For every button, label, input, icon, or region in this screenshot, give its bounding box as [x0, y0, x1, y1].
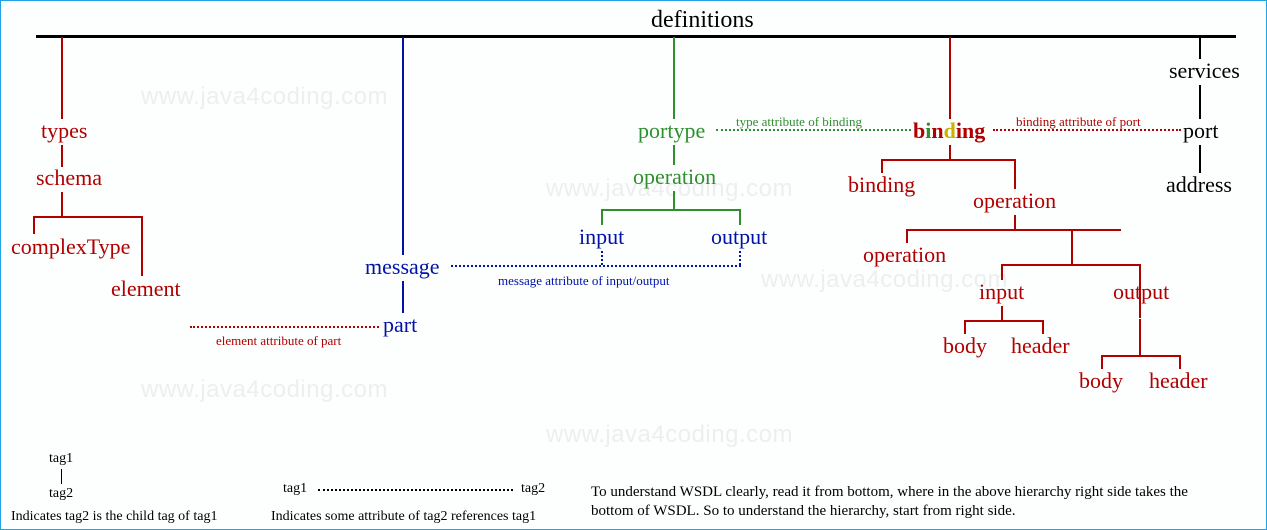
drop-io-r — [1071, 229, 1073, 264]
bracket-op — [906, 229, 1121, 231]
node-operation-r2: operation — [863, 244, 946, 266]
drop-output-g — [739, 209, 741, 225]
binding-letter-g: g — [974, 118, 985, 143]
node-complexType: complexType — [11, 236, 130, 258]
bracket-io-g — [601, 209, 741, 211]
watermark: www.java4coding.com — [761, 266, 1008, 294]
wsdl-hierarchy-diagram: www.java4coding.com www.java4coding.com … — [0, 0, 1267, 530]
attr-type: type attribute of binding — [736, 114, 862, 130]
conn-op-g — [673, 145, 675, 165]
legend-tag1-a: tag1 — [49, 451, 73, 467]
binding-letter-d: d — [944, 118, 956, 143]
attr-message: message attribute of input/output — [498, 273, 670, 289]
bracket-bh2 — [1101, 355, 1181, 357]
drop-op-r2 — [906, 229, 908, 243]
legend-note-child: Indicates tag2 is the child tag of tag1 — [11, 509, 217, 525]
bracket-binding — [881, 159, 1016, 161]
node-body1: body — [943, 335, 987, 357]
node-header2: header — [1149, 370, 1208, 392]
drop-binding-child — [881, 159, 883, 173]
conn-op-split — [1014, 215, 1016, 229]
watermark: www.java4coding.com — [546, 421, 793, 449]
bracket-schema — [33, 216, 143, 218]
binding-letter-n2: n — [962, 118, 974, 143]
conn-part — [402, 281, 404, 313]
attr-element: element attribute of part — [216, 333, 341, 349]
node-port: port — [1183, 120, 1218, 142]
node-element: element — [111, 278, 181, 300]
node-schema: schema — [36, 167, 102, 189]
conn-services — [1199, 37, 1201, 59]
legend-note-ref: Indicates some attribute of tag2 referen… — [271, 509, 536, 525]
legend-body-text: To understand WSDL clearly, read it from… — [591, 483, 1231, 521]
node-portype: portype — [638, 120, 705, 142]
drop-header1 — [1042, 320, 1044, 334]
drop-header2 — [1179, 355, 1181, 369]
dot-input-down — [601, 251, 603, 265]
conn-binding-split — [949, 145, 951, 159]
drop-input-g — [601, 209, 603, 225]
conn-message — [402, 37, 404, 255]
ref-message-io — [451, 265, 741, 267]
binding-letter-n: n — [931, 118, 943, 143]
watermark: www.java4coding.com — [141, 376, 388, 404]
conn-schema-h — [61, 192, 63, 216]
ref-element-part — [190, 326, 379, 328]
drop-body1 — [964, 320, 966, 334]
binding-letter-b: b — [913, 118, 925, 143]
node-types: types — [41, 120, 87, 142]
drop-complextype — [33, 216, 35, 234]
node-address: address — [1166, 174, 1232, 196]
dot-output-down — [739, 251, 741, 265]
drop-input-r — [1001, 264, 1003, 280]
node-body2: body — [1079, 370, 1123, 392]
legend-conn-a — [61, 469, 62, 484]
node-binding-child: binding — [848, 174, 915, 196]
node-input-green: input — [579, 226, 624, 248]
conn-binding — [949, 37, 951, 119]
node-input-r: input — [979, 281, 1024, 303]
node-message: message — [365, 256, 440, 278]
node-part: part — [383, 314, 417, 336]
legend-tag2-b: tag2 — [521, 481, 545, 497]
drop-operation-r1 — [1014, 159, 1016, 189]
legend-dotted — [318, 489, 513, 491]
bracket-bh1 — [964, 320, 1044, 322]
bracket-io-r — [1001, 264, 1141, 266]
main-axis — [36, 35, 1236, 38]
node-output-r: output — [1113, 281, 1169, 303]
conn-schema — [61, 145, 63, 167]
legend-tag2-a: tag2 — [49, 486, 73, 502]
drop-element — [141, 216, 143, 276]
conn-bh2 — [1139, 319, 1141, 355]
attr-binding: binding attribute of port — [1016, 114, 1141, 130]
node-operation-green: operation — [633, 166, 716, 188]
node-binding: binding — [913, 120, 985, 142]
node-services: services — [1169, 60, 1240, 82]
conn-types — [61, 37, 63, 119]
conn-io-g — [673, 191, 675, 209]
conn-bh1 — [1001, 306, 1003, 320]
legend-tag1-b: tag1 — [283, 481, 307, 497]
node-definitions: definitions — [651, 9, 754, 31]
conn-address — [1199, 145, 1201, 173]
node-header1: header — [1011, 335, 1070, 357]
node-output-green: output — [711, 226, 767, 248]
conn-port — [1199, 85, 1201, 119]
node-operation-r1: operation — [973, 190, 1056, 212]
conn-porttype — [673, 37, 675, 119]
drop-body2 — [1101, 355, 1103, 369]
watermark: www.java4coding.com — [141, 83, 388, 111]
